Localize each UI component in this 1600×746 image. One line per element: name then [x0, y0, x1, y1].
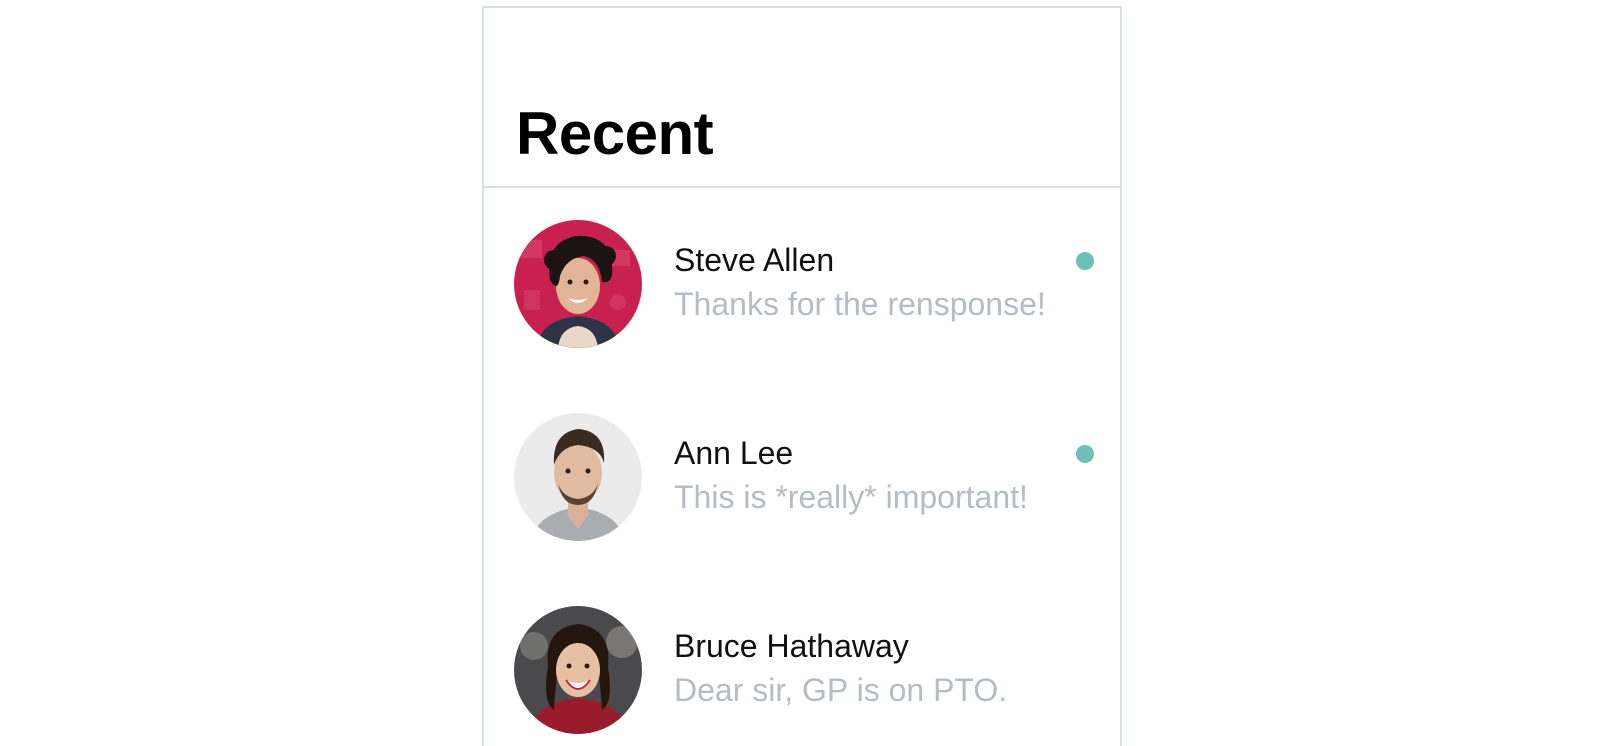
- avatar-image: [514, 413, 642, 541]
- message-preview: This is *really* important!: [674, 479, 1028, 515]
- message-preview: Thanks for the rensponse!: [674, 286, 1046, 322]
- avatar-image: [514, 606, 642, 734]
- conversation-item[interactable]: Bruce Hathaway Dear sir, GP is on PTO.: [484, 574, 1120, 746]
- contact-name: Steve Allen: [674, 242, 835, 278]
- conversation-list: Steve Allen Thanks for the rensponse! An…: [484, 188, 1120, 746]
- conversation-item[interactable]: Ann Lee This is *really* important!: [484, 381, 1120, 574]
- contact-name: Bruce Hathaway: [674, 628, 909, 664]
- panel-header: Recent: [484, 8, 1120, 188]
- page-title: Recent: [516, 100, 714, 167]
- avatar: [514, 606, 642, 734]
- avatar: [514, 413, 642, 541]
- avatar-image: [514, 220, 642, 348]
- message-preview: Dear sir, GP is on PTO.: [674, 672, 1008, 708]
- contact-name: Ann Lee: [674, 435, 794, 471]
- recent-conversations-panel: Recent Steve Allen Thanks for the renspo…: [482, 6, 1122, 746]
- unread-indicator: [1076, 252, 1094, 270]
- conversation-item[interactable]: Steve Allen Thanks for the rensponse!: [484, 188, 1120, 381]
- avatar: [514, 220, 642, 348]
- unread-indicator: [1076, 445, 1094, 463]
